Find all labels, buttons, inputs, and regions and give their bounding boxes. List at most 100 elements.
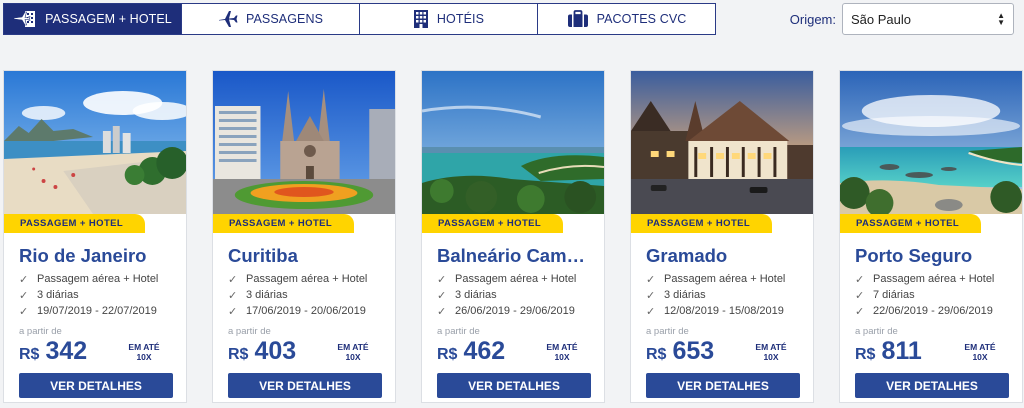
price: R$ 342 [19, 337, 87, 366]
origin-selector: Origem: São Paulo ▲ ▼ [790, 3, 1014, 35]
destination-name: Curitiba [228, 245, 298, 266]
destination-photo[interactable] [631, 71, 813, 214]
feature-item: ✓ 3 diárias [646, 289, 706, 302]
suitcase-icon [567, 10, 588, 27]
check-icon: ✓ [855, 305, 865, 318]
details-button[interactable]: VER DETALHES [228, 373, 382, 398]
product-tabs: PASSAGEM + HOTEL PASSAGENS HOTÉIS PACOTE… [3, 3, 716, 35]
tab-label: HOTÉIS [436, 12, 485, 26]
price-value: 653 [672, 337, 715, 365]
check-icon: ✓ [228, 305, 238, 318]
building-icon [413, 10, 428, 28]
feature-item: ✓ Passagem aérea + Hotel [19, 273, 159, 286]
check-icon: ✓ [19, 289, 29, 302]
check-icon: ✓ [437, 305, 447, 318]
price: R$ 462 [437, 337, 505, 366]
feature-item: ✓ Passagem aérea + Hotel [228, 273, 368, 286]
price-currency: R$ [437, 346, 458, 363]
tab-passagens[interactable]: PASSAGENS [181, 3, 360, 35]
check-icon: ✓ [437, 273, 447, 286]
price-currency: R$ [855, 346, 876, 363]
price-value: 342 [45, 337, 88, 365]
feature-item: ✓ 3 diárias [437, 289, 497, 302]
feature-item: ✓ 26/06/2019 - 29/06/2019 [437, 305, 575, 318]
package-type-badge: PASSAGEM + HOTEL [631, 214, 773, 233]
destination-name: Porto Seguro [855, 245, 973, 266]
details-button[interactable]: VER DETALHES [437, 373, 591, 398]
tab-pacotes-cvc[interactable]: PACOTES CVC [537, 3, 716, 35]
tab-label: PASSAGEM + HOTEL [45, 12, 172, 26]
price-value: 811 [881, 337, 922, 365]
feature-item: ✓ 22/06/2019 - 29/06/2019 [855, 305, 993, 318]
package-type-badge: PASSAGEM + HOTEL [840, 214, 982, 233]
check-icon: ✓ [19, 305, 29, 318]
feature-item: ✓ 3 diárias [19, 289, 79, 302]
price-from-label: a partir de [855, 326, 898, 337]
feature-item: ✓ Passagem aérea + Hotel [437, 273, 577, 286]
details-button[interactable]: VER DETALHES [855, 373, 1009, 398]
installments: EM ATÉ 10X [337, 342, 369, 362]
destination-name: Gramado [646, 245, 728, 266]
origin-select[interactable]: São Paulo ▲ ▼ [842, 3, 1014, 35]
price-from-label: a partir de [437, 326, 480, 337]
check-icon: ✓ [228, 273, 238, 286]
check-icon: ✓ [228, 289, 238, 302]
package-type-badge: PASSAGEM + HOTEL [4, 214, 146, 233]
price: R$ 653 [646, 337, 714, 366]
origin-value: São Paulo [851, 11, 911, 27]
price-from-label: a partir de [19, 326, 62, 337]
feature-list: ✓ Passagem aérea + Hotel ✓ 7 diárias ✓ 22/0… [855, 271, 1016, 319]
plane-hotel-icon [13, 11, 36, 27]
installments: EM ATÉ 10X [964, 342, 996, 362]
destination-photo[interactable] [4, 71, 186, 214]
package-cards: PASSAGEM + HOTEL Rio de Janeiro ✓ Passage… [3, 70, 1023, 403]
feature-list: ✓ Passagem aérea + Hotel ✓ 3 diárias ✓ 19/0… [19, 271, 180, 319]
details-button[interactable]: VER DETALHES [646, 373, 800, 398]
feature-list: ✓ Passagem aérea + Hotel ✓ 3 diárias ✓ 12/0… [646, 271, 807, 319]
check-icon: ✓ [646, 273, 656, 286]
check-icon: ✓ [646, 289, 656, 302]
package-card[interactable]: PASSAGEM + HOTEL Balneário Camboriú ✓ Pas… [421, 70, 605, 403]
feature-item: ✓ 19/07/2019 - 22/07/2019 [19, 305, 157, 318]
tab-passagem-hotel[interactable]: PASSAGEM + HOTEL [3, 3, 182, 35]
destination-name: Rio de Janeiro [19, 245, 147, 266]
select-arrows-icon: ▲ ▼ [997, 11, 1005, 27]
feature-list: ✓ Passagem aérea + Hotel ✓ 3 diárias ✓ 26/0… [437, 271, 598, 319]
origin-label: Origem: [789, 11, 836, 27]
price-currency: R$ [646, 346, 667, 363]
price-currency: R$ [228, 346, 249, 363]
installments: EM ATÉ 10X [128, 342, 160, 362]
plane-icon [218, 11, 238, 27]
destination-photo[interactable] [422, 71, 604, 214]
price-currency: R$ [19, 346, 40, 363]
package-type-badge: PASSAGEM + HOTEL [213, 214, 355, 233]
price-from-label: a partir de [228, 326, 271, 337]
check-icon: ✓ [646, 305, 656, 318]
installments: EM ATÉ 10X [546, 342, 578, 362]
feature-list: ✓ Passagem aérea + Hotel ✓ 3 diárias ✓ 17/0… [228, 271, 389, 319]
destination-photo[interactable] [840, 71, 1022, 214]
details-button[interactable]: VER DETALHES [19, 373, 173, 398]
feature-item: ✓ 7 diárias [855, 289, 915, 302]
check-icon: ✓ [855, 289, 865, 302]
destination-photo[interactable] [213, 71, 395, 214]
price-value: 403 [254, 337, 297, 365]
tab-hoteis[interactable]: HOTÉIS [359, 3, 538, 35]
feature-item: ✓ Passagem aérea + Hotel [646, 273, 786, 286]
check-icon: ✓ [437, 289, 447, 302]
price-from-label: a partir de [646, 326, 689, 337]
tab-label: PASSAGENS [245, 12, 324, 26]
price: R$ 403 [228, 337, 296, 366]
check-icon: ✓ [19, 273, 29, 286]
package-card[interactable]: PASSAGEM + HOTEL Curitiba ✓ Passagem aére… [212, 70, 396, 403]
package-card[interactable]: PASSAGEM + HOTEL Porto Seguro ✓ Passagem … [839, 70, 1023, 403]
feature-item: ✓ 3 diárias [228, 289, 288, 302]
feature-item: ✓ 12/08/2019 - 15/08/2019 [646, 305, 784, 318]
tab-label: PACOTES CVC [596, 12, 687, 26]
package-card[interactable]: PASSAGEM + HOTEL Rio de Janeiro ✓ Passage… [3, 70, 187, 403]
feature-item: ✓ 17/06/2019 - 20/06/2019 [228, 305, 366, 318]
price-value: 462 [463, 337, 506, 365]
package-card[interactable]: PASSAGEM + HOTEL Gramado ✓ Passagem aérea… [630, 70, 814, 403]
installments: EM ATÉ 10X [755, 342, 787, 362]
price: R$ 811 [855, 337, 922, 366]
